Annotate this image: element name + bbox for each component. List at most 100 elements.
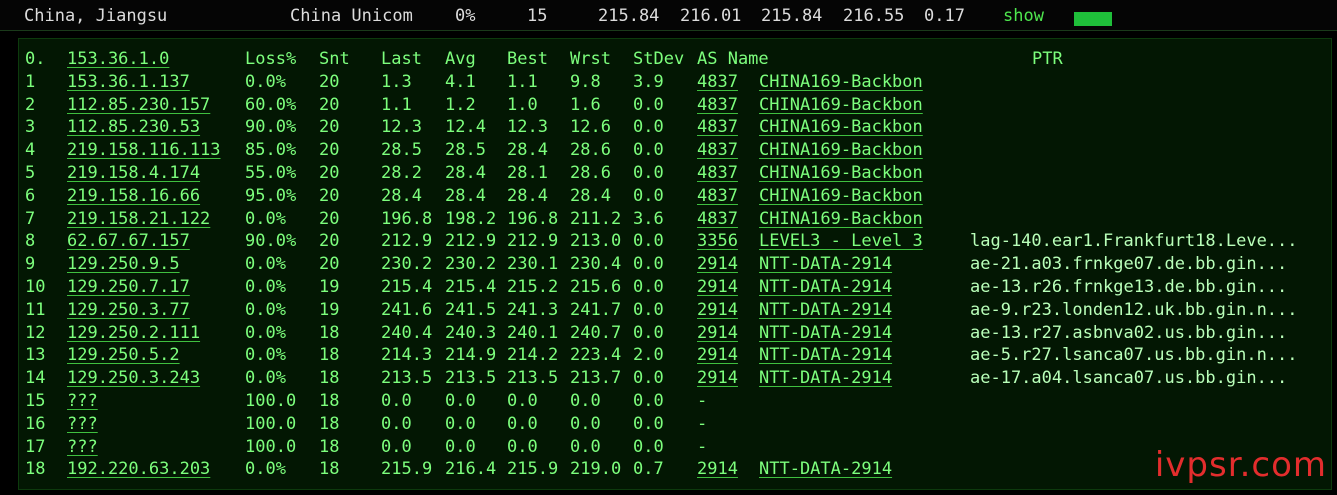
hop-last: 241.6 [381, 299, 433, 320]
hop-sent: 18 [319, 459, 340, 480]
hop-loss: 0.0% [245, 277, 286, 297]
col-header-ptr: PTR [1032, 49, 1063, 69]
hop-host-link[interactable]: 129.250.5.2 [67, 344, 180, 366]
hop-as-name[interactable]: CHINA169-Backbon [759, 94, 923, 116]
show-link[interactable]: show [1003, 6, 1044, 26]
hop-asn[interactable]: 2914 [697, 322, 738, 344]
hop-stdev: 0.0 [633, 117, 664, 138]
hop-best: 213.5 [507, 368, 559, 389]
hop-last: 28.5 [381, 140, 422, 161]
hop-stdev: 3.9 [633, 71, 664, 92]
hop-sent: 18 [319, 345, 340, 366]
hop-host-link[interactable]: 62.67.67.157 [67, 230, 190, 252]
hop-host-link[interactable]: 129.250.9.5 [67, 253, 180, 275]
hop-number: 12 [25, 322, 46, 343]
hop-host-link[interactable]: 219.158.4.174 [67, 162, 200, 184]
hop-stdev: 0.0 [633, 322, 664, 343]
hop-worst: 215.6 [570, 277, 622, 297]
col-header-source-host[interactable]: 153.36.1.0 [67, 48, 169, 70]
hop-sent: 20 [319, 117, 340, 138]
hop-last: 1.1 [381, 94, 412, 115]
hop-host-link[interactable]: 153.36.1.137 [67, 71, 190, 93]
hop-ptr: ae-13.r26.frnkge13.de.bb.gin... [970, 277, 1288, 297]
hop-as-name[interactable]: NTT-DATA-2914 [759, 344, 892, 366]
hop-as-name[interactable]: LEVEL3 - Level 3 [759, 230, 923, 252]
hop-number: 16 [25, 413, 46, 434]
hop-stdev: 0.0 [633, 254, 664, 275]
summary-worst: 216.55 [843, 6, 905, 26]
hop-ptr: ae-9.r23.londen12.uk.bb.gin.n... [970, 299, 1298, 320]
hop-host-link[interactable]: 112.85.230.53 [67, 116, 200, 138]
hop-asn[interactable]: 4837 [697, 185, 738, 207]
hop-asn[interactable]: 2914 [697, 276, 738, 298]
hide-button[interactable]: hide [1074, 12, 1112, 26]
hop-asn[interactable]: 4837 [697, 162, 738, 184]
hop-avg: 28.4 [445, 185, 486, 206]
hop-best: 1.1 [507, 71, 538, 92]
hop-last: 0.0 [381, 436, 412, 457]
hop-as-name[interactable]: NTT-DATA-2914 [759, 322, 892, 344]
hop-host-link[interactable]: ??? [67, 413, 98, 435]
hop-best: 212.9 [507, 231, 559, 252]
hop-as-name[interactable]: NTT-DATA-2914 [759, 367, 892, 389]
hop-avg: 230.2 [445, 254, 497, 275]
hop-sent: 18 [319, 413, 340, 434]
hop-avg: 214.9 [445, 345, 497, 366]
hop-asn[interactable]: 4837 [697, 116, 738, 138]
hop-as-name[interactable]: CHINA169-Backbon [759, 162, 923, 184]
hop-last: 213.5 [381, 368, 433, 389]
hop-asn[interactable]: 2914 [697, 253, 738, 275]
hop-as-name[interactable]: CHINA169-Backbon [759, 185, 923, 207]
hop-number: 11 [25, 299, 46, 320]
hop-host-link[interactable]: 219.158.116.113 [67, 139, 221, 161]
hop-worst: 0.0 [570, 413, 601, 434]
hop-ptr: ae-21.a03.frnkge07.de.bb.gin... [970, 254, 1288, 275]
hop-last: 214.3 [381, 345, 433, 366]
mtr-result-panel: 0. 153.36.1.0 Loss% Snt Last Avg Best Wrst StDev… [18, 38, 1332, 490]
hop-as-name[interactable]: CHINA169-Backbon [759, 139, 923, 161]
hop-as-name[interactable]: CHINA169-Backbon [759, 71, 923, 93]
hop-stdev: 0.0 [633, 436, 664, 457]
col-header-snt: Snt [319, 49, 350, 69]
hop-asn[interactable]: 2914 [697, 344, 738, 366]
hop-asn[interactable]: 2914 [697, 299, 738, 321]
hop-as-name[interactable]: CHINA169-Backbon [759, 208, 923, 230]
hop-worst: 211.2 [570, 208, 622, 229]
hop-host-link[interactable]: ??? [67, 390, 98, 412]
hop-stdev: 3.6 [633, 208, 664, 229]
hop-asn[interactable]: 2914 [697, 367, 738, 389]
hop-asn[interactable]: 4837 [697, 139, 738, 161]
hop-host-link[interactable]: 219.158.16.66 [67, 185, 200, 207]
hop-as-name[interactable]: NTT-DATA-2914 [759, 276, 892, 298]
hop-host-link[interactable]: 112.85.230.157 [67, 94, 210, 116]
hop-asn: - [697, 413, 708, 434]
hop-host-link[interactable]: 129.250.2.111 [67, 322, 200, 344]
hop-best: 1.0 [507, 94, 538, 115]
col-header-as-name: AS Name [697, 49, 769, 69]
hop-as-name[interactable]: NTT-DATA-2914 [759, 458, 892, 480]
hop-host-link[interactable]: 192.220.63.203 [67, 458, 210, 480]
hop-sent: 19 [319, 299, 340, 320]
hop-loss: 0.0% [245, 208, 286, 229]
hop-asn[interactable]: 4837 [697, 94, 738, 116]
hop-asn[interactable]: 4837 [697, 71, 738, 93]
hop-best: 12.3 [507, 117, 548, 138]
hop-loss: 100.0 [245, 413, 297, 434]
hop-host-link[interactable]: ??? [67, 436, 98, 458]
hop-as-name[interactable]: NTT-DATA-2914 [759, 253, 892, 275]
hop-last: 28.4 [381, 185, 422, 206]
hop-asn[interactable]: 3356 [697, 230, 738, 252]
hop-asn[interactable]: 2914 [697, 458, 738, 480]
hop-as-name[interactable]: NTT-DATA-2914 [759, 299, 892, 321]
hop-worst: 230.4 [570, 254, 622, 275]
hop-sent: 18 [319, 436, 340, 457]
hop-host-link[interactable]: 129.250.3.77 [67, 299, 190, 321]
hop-best: 230.1 [507, 254, 559, 275]
hop-host-link[interactable]: 219.158.21.122 [67, 208, 210, 230]
hop-avg: 4.1 [445, 71, 476, 92]
hop-asn[interactable]: 4837 [697, 208, 738, 230]
hop-host-link[interactable]: 129.250.7.17 [67, 276, 190, 298]
hop-host-link[interactable]: 129.250.3.243 [67, 367, 200, 389]
hop-loss: 85.0% [245, 140, 297, 161]
hop-as-name[interactable]: CHINA169-Backbon [759, 116, 923, 138]
